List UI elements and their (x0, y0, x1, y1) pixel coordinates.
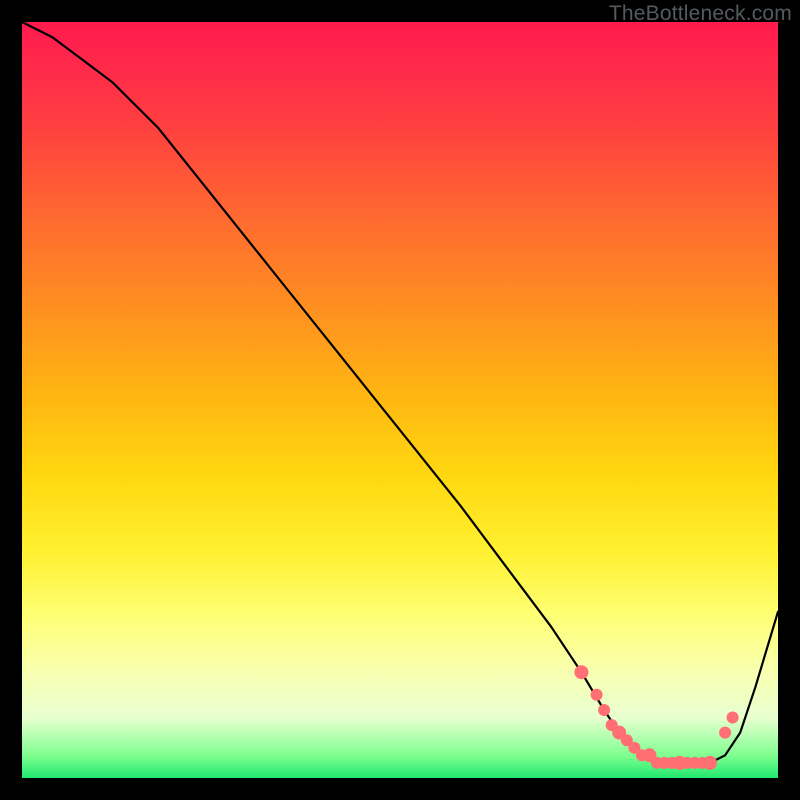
highlight-dot (574, 665, 588, 679)
curve-line (22, 22, 778, 763)
highlight-dot (598, 704, 610, 716)
highlight-dot (703, 756, 717, 770)
chart-plot-area (22, 22, 778, 778)
chart-svg (22, 22, 778, 778)
highlight-dots (574, 665, 738, 770)
highlight-dot (719, 727, 731, 739)
highlight-dot (591, 689, 603, 701)
highlight-dot (727, 712, 739, 724)
chart-frame: TheBottleneck.com (0, 0, 800, 800)
